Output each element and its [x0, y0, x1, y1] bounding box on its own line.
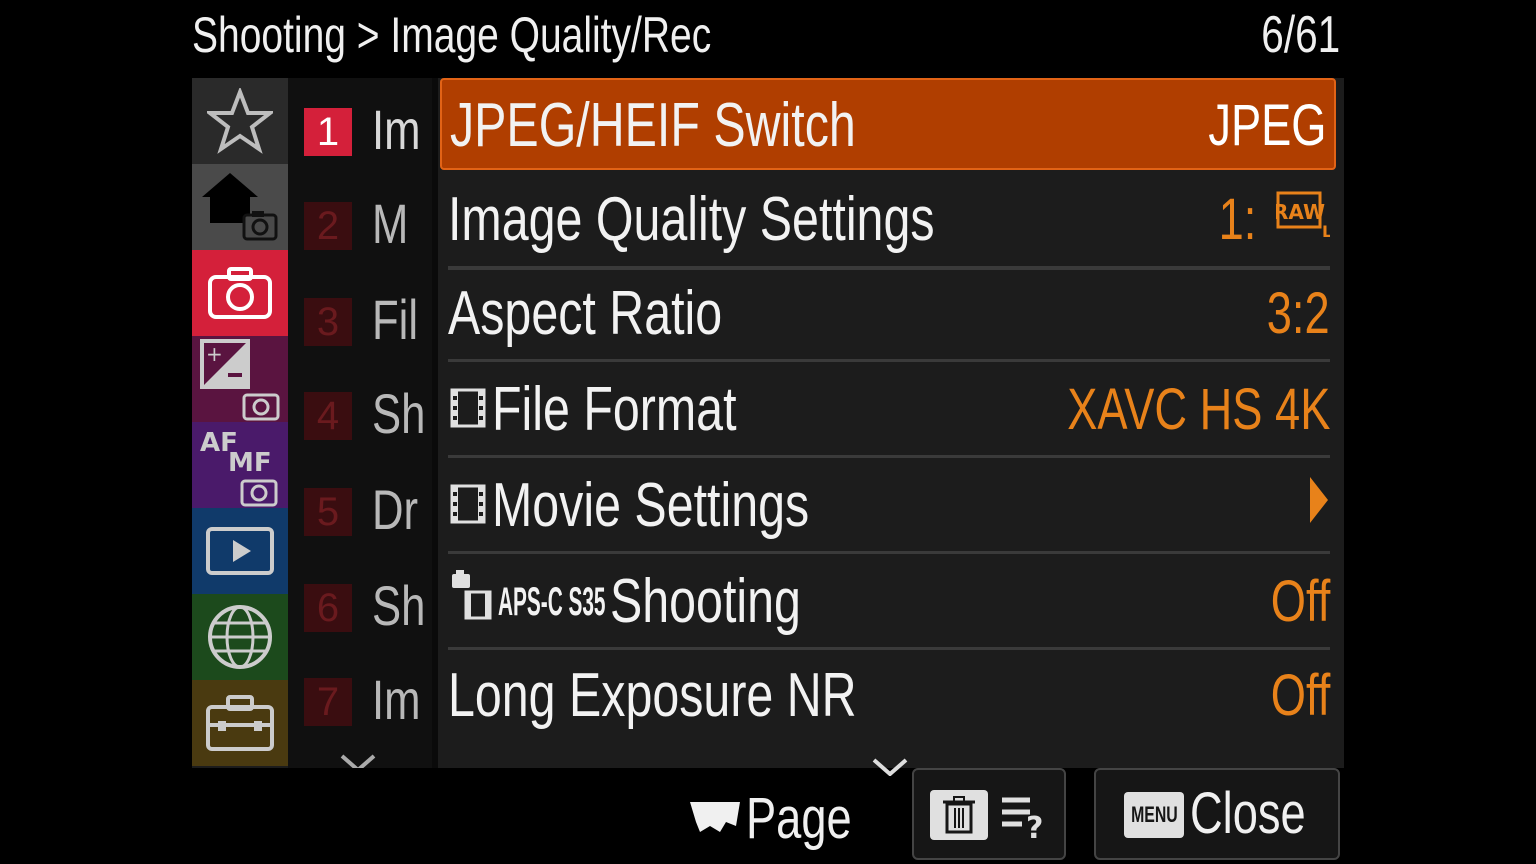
- page-label: Page: [746, 785, 852, 851]
- page-number: 3: [304, 298, 352, 346]
- menu-panel: + AF MF 1 Im 2 M 3 Fil 4 Sh 5 Dr 6 Sh 7 …: [192, 78, 1344, 777]
- category-exposure[interactable]: +: [192, 336, 288, 422]
- menu-item-aspect-ratio[interactable]: Aspect Ratio 3:2: [448, 266, 1330, 362]
- category-network[interactable]: [192, 594, 288, 680]
- menu-key-icon: MENU: [1124, 792, 1184, 838]
- close-button[interactable]: MENU Close: [1094, 768, 1340, 860]
- page-number: 7: [304, 678, 352, 726]
- page-list: 1 Im 2 M 3 Fil 4 Sh 5 Dr 6 Sh 7 Im: [288, 78, 432, 768]
- star-icon: [207, 88, 273, 154]
- menu-item-image-quality-settings[interactable]: Image Quality Settings 1: RAW L: [448, 174, 1332, 270]
- menu-item-apsc-s35-shooting[interactable]: APS-C S35 Shooting Off: [448, 556, 1330, 650]
- menu-item-file-format[interactable]: File Format XAVC HS 4K: [448, 364, 1330, 458]
- page-label: M: [372, 194, 409, 254]
- movie-icon: [448, 460, 488, 552]
- page-label: Im: [372, 100, 421, 160]
- menu-key-label: MENU: [1130, 802, 1178, 827]
- menu-item-value: JPEG: [1207, 93, 1326, 158]
- category-focus[interactable]: AF MF: [192, 422, 288, 508]
- camera-icon: [207, 265, 273, 321]
- menu-item-long-exposure-nr[interactable]: Long Exposure NR Off: [448, 650, 1330, 742]
- category-main[interactable]: [192, 164, 288, 250]
- menu-item-label: JPEG/HEIF Switch: [450, 91, 856, 160]
- breadcrumb: Shooting > Image Quality/Rec: [192, 7, 712, 63]
- control-wheel-icon: [688, 796, 742, 841]
- page-label: Im: [372, 670, 421, 730]
- page-item-4[interactable]: 4 Sh: [304, 384, 432, 444]
- close-label: Close: [1190, 781, 1306, 846]
- page-item-6[interactable]: 6 Sh: [304, 576, 432, 636]
- page-label: Sh: [372, 576, 426, 636]
- trash-help-button[interactable]: ?: [912, 768, 1066, 860]
- raw-badge-size: L: [1322, 222, 1330, 239]
- raw-badge-text: RAW: [1276, 200, 1325, 224]
- menu-item-label: File Format: [492, 375, 737, 444]
- page-hint: Page: [688, 778, 881, 858]
- svg-text:+: +: [206, 342, 223, 366]
- page-label: Sh: [372, 384, 426, 444]
- af-mf-camera-icon: AF MF: [198, 423, 282, 507]
- menu-item-value: 1:: [1218, 187, 1256, 252]
- raw-l-icon: RAW L: [1273, 174, 1332, 266]
- category-playback[interactable]: [192, 508, 288, 594]
- exposure-camera-icon: +: [198, 337, 282, 421]
- category-setup[interactable]: [192, 680, 288, 766]
- column-divider: [432, 78, 438, 768]
- page-number: 6: [304, 584, 352, 632]
- page-item-5[interactable]: 5 Dr: [304, 480, 432, 540]
- page-label: Dr: [372, 480, 419, 540]
- page-number: 2: [304, 202, 352, 250]
- menu-item-value: XAVC HS 4K: [1066, 377, 1330, 442]
- page-item-3[interactable]: 3 Fil: [304, 290, 432, 350]
- menu-item-value: 3:2: [1267, 281, 1330, 346]
- globe-icon: [206, 603, 274, 671]
- page-label: Fil: [372, 290, 419, 350]
- still-movie-icon: [448, 556, 494, 648]
- svg-text:?: ?: [1026, 811, 1043, 842]
- svg-text:MF: MF: [228, 448, 272, 478]
- home-camera-icon: [200, 167, 280, 247]
- menu-item-label: Image Quality Settings: [448, 185, 935, 254]
- menu-item-value: Off: [1270, 569, 1330, 634]
- page-counter: 6/61: [1261, 6, 1340, 64]
- menu-item-jpeg-heif-switch[interactable]: JPEG/HEIF Switch JPEG: [440, 78, 1336, 170]
- menu-item-label: Movie Settings: [492, 471, 810, 540]
- movie-icon: [448, 364, 488, 456]
- category-column: + AF MF: [192, 78, 288, 768]
- page-number: 4: [304, 392, 352, 440]
- page-list-scroll-down-icon[interactable]: [340, 754, 376, 768]
- menu-item-value: Off: [1270, 663, 1330, 728]
- help-icon: ?: [1000, 792, 1050, 847]
- menu-item-movie-settings[interactable]: Movie Settings: [448, 460, 1330, 554]
- page-item-2[interactable]: 2 M: [304, 194, 432, 254]
- page-number: 5: [304, 488, 352, 536]
- crop-mode-label: APS-C S35: [498, 580, 606, 624]
- menu-item-label: Long Exposure NR: [448, 661, 857, 730]
- page-item-1[interactable]: 1 Im: [304, 100, 432, 160]
- toolbox-icon: [204, 693, 276, 753]
- page-item-7[interactable]: 7 Im: [304, 670, 432, 730]
- menu-item-label: Aspect Ratio: [448, 279, 723, 348]
- playback-icon: [205, 526, 275, 576]
- menu-item-label: Shooting: [610, 567, 801, 636]
- arrow-right-icon: [1306, 460, 1330, 552]
- trash-icon: [930, 790, 988, 845]
- category-my-menu[interactable]: [192, 78, 288, 164]
- page-number: 1: [304, 108, 352, 156]
- category-shooting[interactable]: [192, 250, 288, 336]
